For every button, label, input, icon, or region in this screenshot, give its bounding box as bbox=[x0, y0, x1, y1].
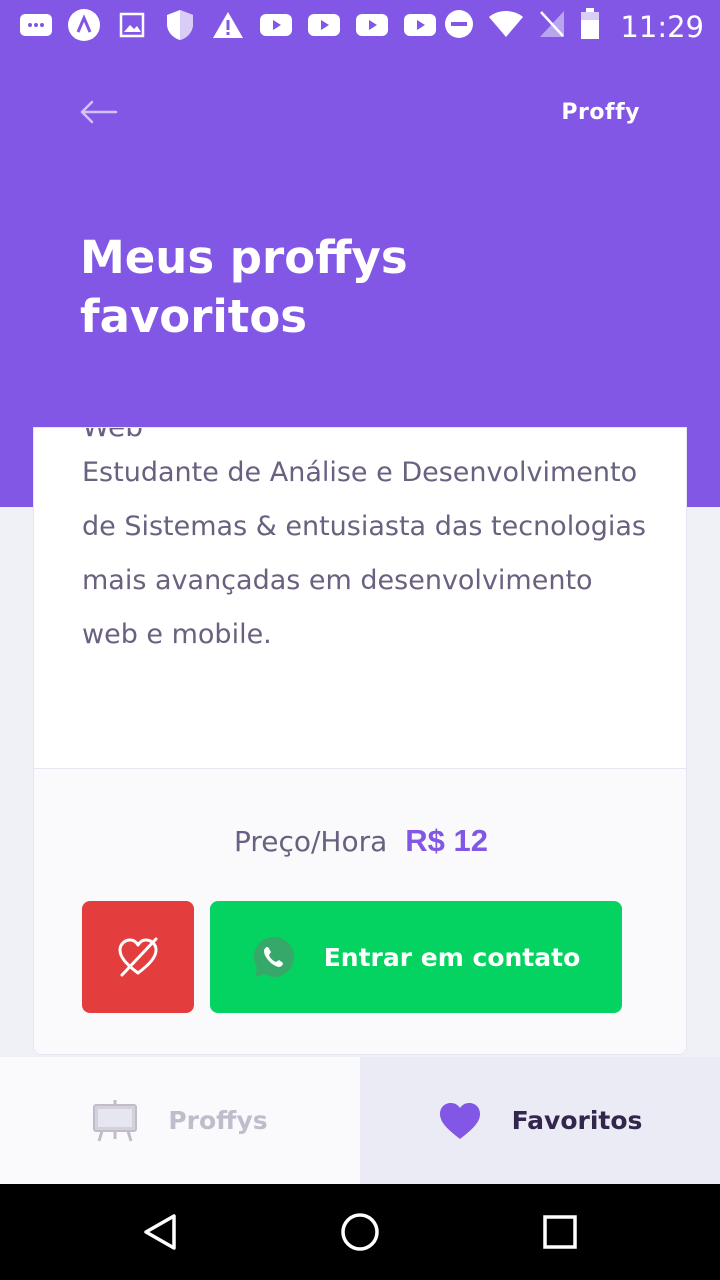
notification-icons bbox=[18, 8, 438, 42]
price-value: R$ 12 bbox=[405, 823, 489, 858]
proffy-logo: Proffy bbox=[561, 100, 640, 125]
heart-icon bbox=[439, 1102, 480, 1139]
unfavorite-button[interactable] bbox=[82, 901, 194, 1013]
image-icon bbox=[114, 8, 150, 42]
circle-home-icon bbox=[341, 1213, 379, 1251]
heart-outline-slash-icon bbox=[118, 937, 158, 977]
youtube-icon bbox=[258, 8, 294, 42]
contact-button[interactable]: Entrar em contato bbox=[210, 901, 622, 1013]
tab-proffys[interactable]: Proffys bbox=[0, 1057, 360, 1184]
price-label: Preço/Hora bbox=[233, 825, 388, 858]
triangle-back-icon bbox=[144, 1214, 176, 1250]
nav-home-button[interactable] bbox=[338, 1210, 382, 1254]
chat-icon bbox=[18, 8, 54, 42]
arrow-left-icon bbox=[80, 100, 118, 124]
back-button[interactable] bbox=[78, 94, 118, 130]
battery-icon bbox=[580, 8, 600, 45]
youtube-icon bbox=[402, 8, 438, 42]
youtube-icon bbox=[306, 8, 342, 42]
tab-favoritos-label: Favoritos bbox=[511, 1106, 643, 1135]
warning-icon bbox=[210, 8, 246, 42]
tab-proffys-label: Proffys bbox=[168, 1106, 268, 1135]
subject-text-clipped: Web bbox=[82, 428, 143, 443]
youtube-icon bbox=[354, 8, 390, 42]
clock: 11:29 bbox=[620, 9, 704, 44]
status-bar: 11:29 bbox=[0, 0, 720, 50]
contact-button-label: Entrar em contato bbox=[323, 942, 581, 972]
system-icons: 11:29 bbox=[444, 8, 704, 45]
page-title: Meus proffys favoritos bbox=[80, 231, 408, 343]
teacher-bio: Estudante de Análise e Desenvolvimento d… bbox=[82, 457, 646, 650]
bottom-tab-bar: Proffys Favoritos bbox=[0, 1057, 720, 1184]
nav-back-button[interactable] bbox=[138, 1210, 182, 1254]
tab-favoritos[interactable]: Favoritos bbox=[360, 1057, 720, 1184]
easel-icon bbox=[93, 1099, 138, 1141]
do-not-disturb-icon bbox=[444, 9, 474, 44]
shield-icon bbox=[162, 8, 198, 42]
app-icon bbox=[66, 8, 102, 42]
nav-recents-button[interactable] bbox=[538, 1210, 582, 1254]
system-nav-bar bbox=[0, 1184, 720, 1280]
whatsapp-icon bbox=[253, 937, 294, 977]
no-signal-icon bbox=[538, 9, 566, 44]
card-footer: Preço/Hora R$ 12 Entrar em contato bbox=[34, 768, 686, 1054]
teacher-card: Web Estudante de Análise e Desenvolvimen… bbox=[33, 427, 687, 1055]
price-row: Preço/Hora R$ 12 bbox=[34, 823, 686, 859]
square-recents-icon bbox=[543, 1215, 577, 1249]
wifi-icon bbox=[488, 9, 524, 44]
